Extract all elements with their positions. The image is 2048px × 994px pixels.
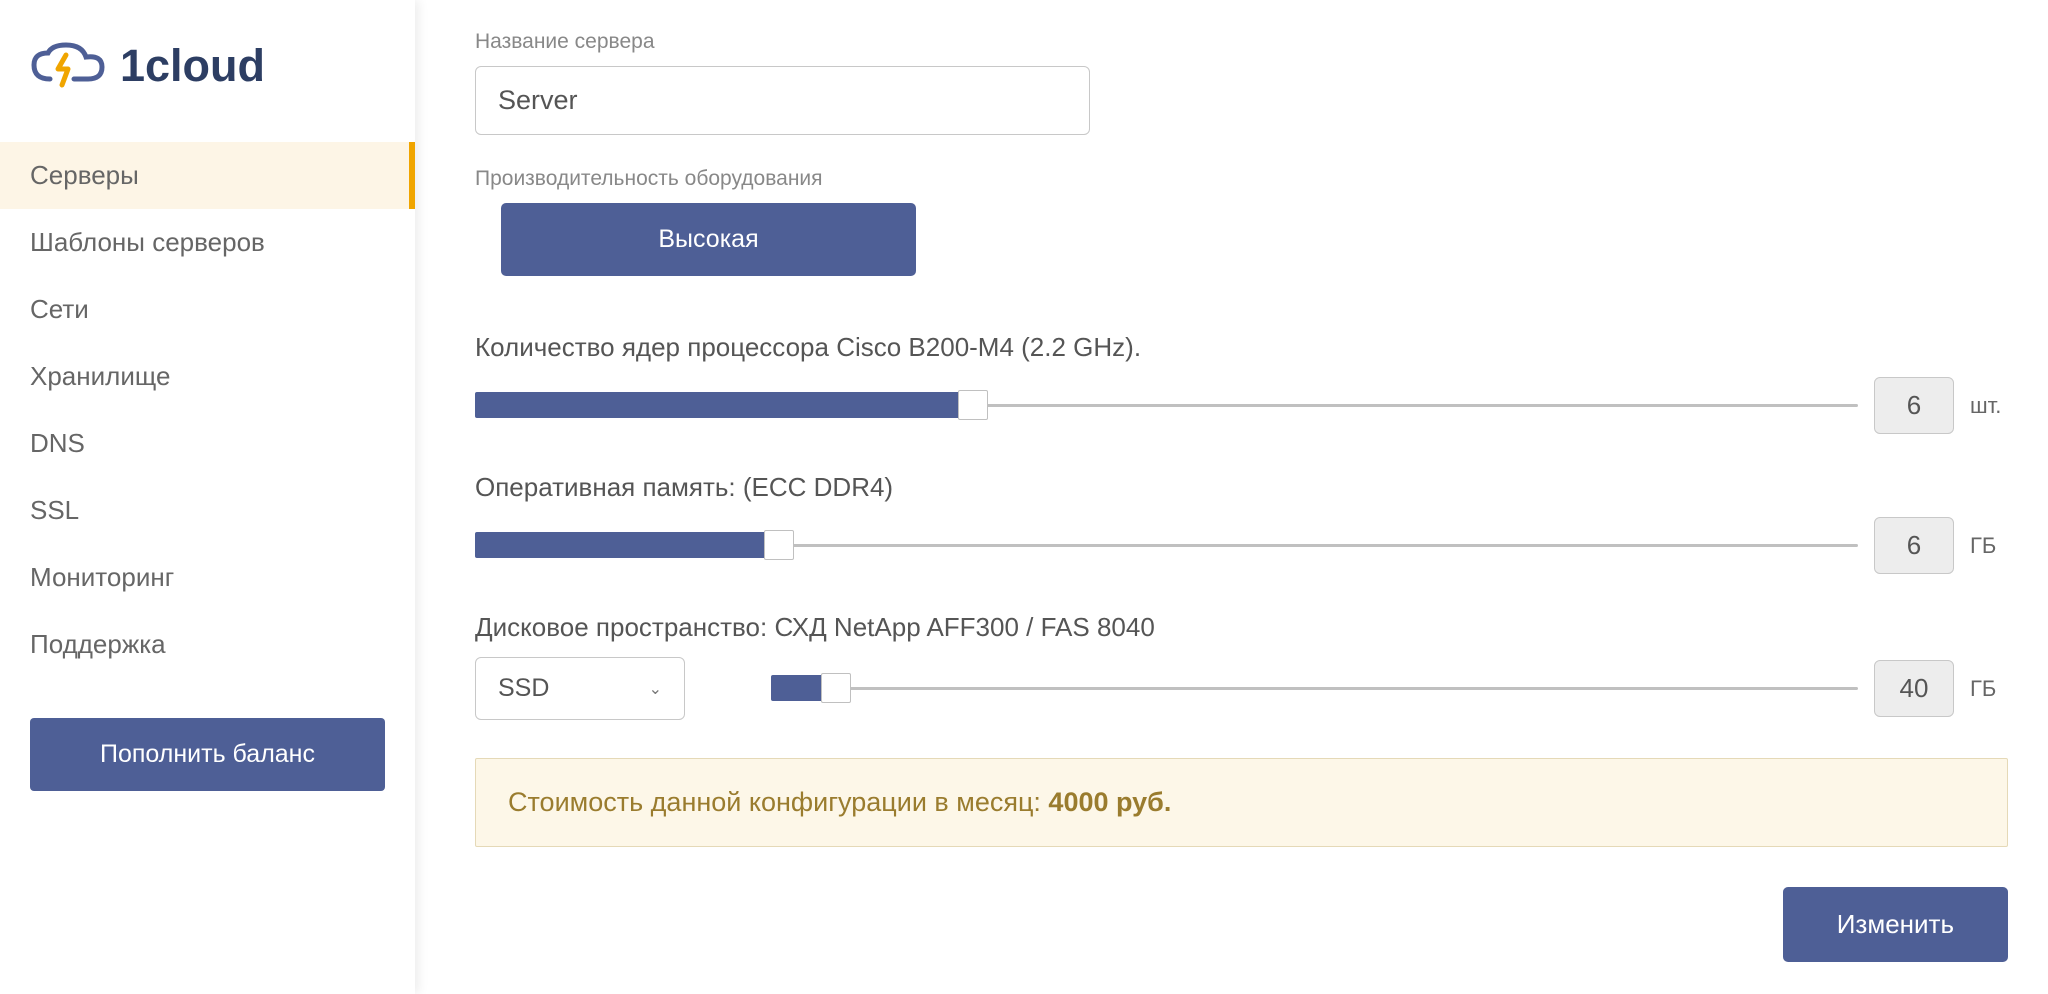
cloud-logo-icon — [30, 41, 112, 91]
ram-value-display: 6 — [1874, 517, 1954, 574]
performance-high-button[interactable]: Высокая — [501, 203, 916, 276]
cost-summary: Стоимость данной конфигурации в месяц: 4… — [475, 758, 2008, 847]
sidebar: 1cloud СерверыШаблоны серверовСетиХранил… — [0, 0, 415, 994]
cost-prefix: Стоимость данной конфигурации в месяц: — [508, 787, 1048, 817]
chevron-down-icon: ⌄ — [649, 679, 662, 699]
disk-label: Дисковое пространство: СХД NetApp AFF300… — [475, 612, 2008, 643]
sidebar-item-3[interactable]: Хранилище — [0, 343, 415, 410]
main-content: Название сервера Производительность обор… — [415, 0, 2048, 927]
sidebar-item-4[interactable]: DNS — [0, 410, 415, 477]
ram-slider-thumb[interactable] — [764, 530, 794, 560]
cost-value: 4000 руб. — [1048, 787, 1171, 817]
ram-slider[interactable] — [475, 544, 1858, 547]
cpu-slider[interactable] — [475, 404, 1858, 407]
performance-label: Производительность оборудования — [475, 167, 2008, 191]
disk-type-value: SSD — [498, 674, 549, 703]
cpu-label: Количество ядер процессора Cisco B200-M4… — [475, 332, 2008, 363]
server-name-label: Название сервера — [475, 30, 2008, 54]
disk-type-select[interactable]: SSD ⌄ — [475, 657, 685, 720]
ram-unit-label: ГБ — [1970, 533, 2008, 559]
sidebar-item-2[interactable]: Сети — [0, 276, 415, 343]
apply-button[interactable]: Изменить — [1783, 887, 2008, 962]
logo: 1cloud — [0, 0, 415, 142]
ram-label: Оперативная память: (ECC DDR4) — [475, 472, 2008, 503]
cpu-value-display: 6 — [1874, 377, 1954, 434]
disk-slider-thumb[interactable] — [821, 673, 851, 703]
sidebar-item-6[interactable]: Мониторинг — [0, 544, 415, 611]
cpu-unit-label: шт. — [1970, 393, 2008, 419]
server-name-input[interactable] — [475, 66, 1090, 135]
brand-name: 1cloud — [120, 40, 265, 92]
sidebar-item-0[interactable]: Серверы — [0, 142, 415, 209]
cpu-slider-thumb[interactable] — [958, 390, 988, 420]
sidebar-item-7[interactable]: Поддержка — [0, 611, 415, 678]
top-up-balance-button[interactable]: Пополнить баланс — [30, 718, 385, 791]
disk-slider[interactable] — [771, 687, 1858, 690]
disk-value-display: 40 — [1874, 660, 1954, 717]
sidebar-item-5[interactable]: SSL — [0, 477, 415, 544]
sidebar-item-1[interactable]: Шаблоны серверов — [0, 209, 415, 276]
disk-unit-label: ГБ — [1970, 676, 2008, 702]
